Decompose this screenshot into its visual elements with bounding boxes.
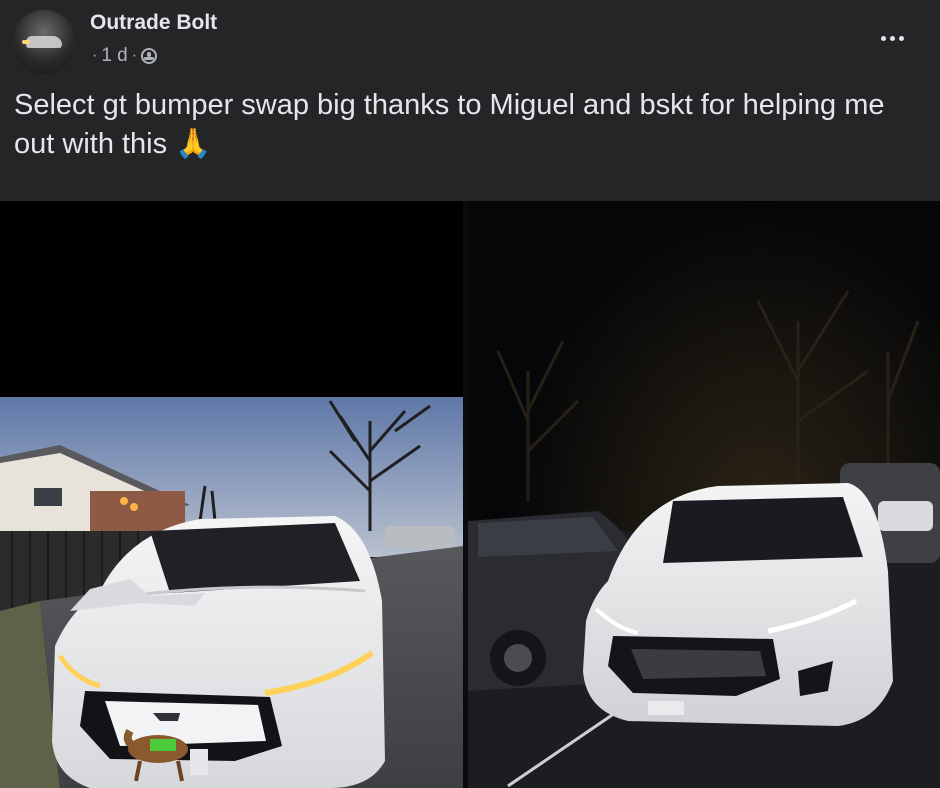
post-header: Outrade Bolt · 1 d · <box>0 0 940 80</box>
ellipsis-icon <box>889 35 895 41</box>
more-options-button[interactable] <box>872 26 912 50</box>
meta-prefix-dot: · <box>92 47 98 64</box>
ellipsis-icon <box>880 35 886 41</box>
author-name[interactable]: Outrade Bolt <box>90 11 217 35</box>
globe-icon <box>141 48 158 64</box>
avatar-car-graphic <box>26 36 62 48</box>
photo-night-car[interactable] <box>468 201 940 788</box>
ellipsis-icon <box>898 35 904 41</box>
feed-post: Outrade Bolt · 1 d · Select gt bumper sw… <box>0 0 940 788</box>
post-meta: · 1 d · <box>92 45 158 67</box>
avatar[interactable] <box>12 10 76 74</box>
photo-grid <box>0 201 940 788</box>
avatar-headlight-graphic <box>22 40 30 44</box>
photo-daytime-car[interactable] <box>0 201 463 788</box>
post-caption: Select gt bumper swap big thanks to Migu… <box>14 89 885 160</box>
meta-separator: · <box>131 47 138 64</box>
post-timestamp[interactable]: 1 d <box>101 45 127 67</box>
